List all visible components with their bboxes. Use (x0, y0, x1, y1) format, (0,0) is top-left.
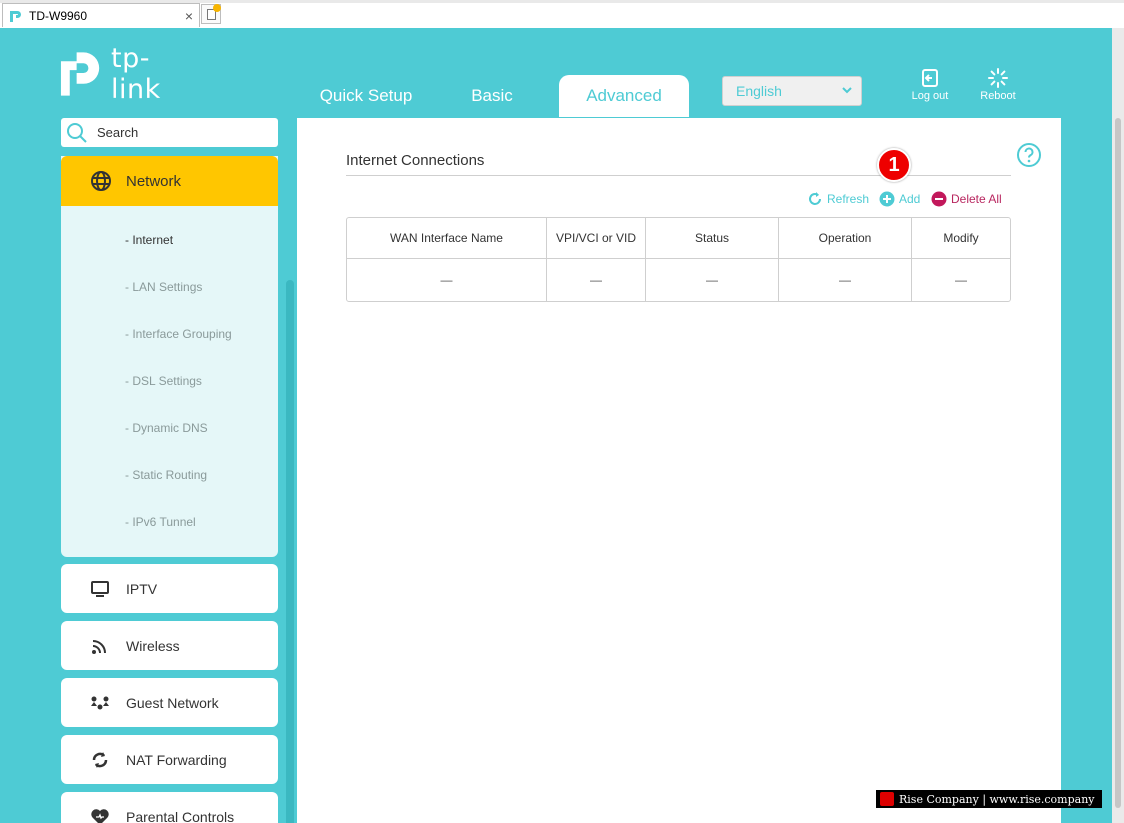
browser-tab-title: TD-W9960 (29, 8, 88, 23)
table-cell: — (547, 259, 646, 301)
sidebar-scrollbar[interactable] (286, 280, 294, 823)
logout-icon (922, 69, 938, 87)
sidebar-item-guest-network[interactable]: Guest Network (61, 678, 278, 727)
sidebar-item-label: Wireless (126, 637, 180, 654)
table-cell: — (347, 259, 547, 301)
submenu-ipv6-tunnel[interactable]: - IPv6 Tunnel (125, 515, 196, 529)
browser-tab[interactable]: TD-W9960 × (2, 3, 200, 27)
section-title: Internet Connections (346, 152, 485, 169)
watermark-logo-icon (880, 792, 894, 806)
sidebar-item-parental-controls[interactable]: Parental Controls (61, 792, 278, 823)
sidebar-item-wireless[interactable]: Wireless (61, 621, 278, 670)
tp-link-favicon-icon (10, 10, 21, 22)
heart-icon (91, 808, 109, 823)
column-header-operation: Operation (779, 218, 912, 259)
refresh-label: Refresh (827, 192, 870, 206)
language-select[interactable]: English (722, 76, 862, 106)
new-tab-button[interactable] (201, 4, 221, 24)
submenu-interface-grouping[interactable]: - Interface Grouping (125, 327, 232, 341)
refresh-button[interactable]: Refresh (807, 190, 869, 208)
sidebar-item-label: Parental Controls (126, 808, 235, 823)
sidebar-item-label: NAT Forwarding (126, 751, 227, 768)
tab-close-icon[interactable]: × (185, 8, 193, 24)
search-input[interactable] (97, 125, 257, 140)
submenu-lan-settings[interactable]: - LAN Settings (125, 280, 202, 294)
reboot-button[interactable]: Reboot (968, 68, 1028, 108)
delete-all-label: Delete All (951, 192, 1002, 206)
logout-button[interactable]: Log out (900, 68, 960, 108)
column-header-status: Status (646, 218, 779, 259)
new-tab-star-icon (213, 4, 221, 12)
sidebar-item-network[interactable]: Network (61, 156, 278, 206)
table-row: — — — — — (347, 259, 1010, 301)
tab-basic[interactable]: Basic (422, 75, 562, 117)
step-annotation-badge: 1 (877, 148, 911, 182)
browser-tab-strip: TD-W9960 × (0, 0, 1124, 28)
main-content-panel: Internet Connections 1 Refresh Add Delet… (297, 118, 1061, 823)
globe-icon (91, 171, 111, 191)
sidebar-item-label: Guest Network (126, 694, 219, 711)
tab-advanced[interactable]: Advanced (559, 75, 689, 117)
submenu-dsl-settings[interactable]: - DSL Settings (125, 374, 202, 388)
guest-network-icon (91, 696, 109, 709)
table-header-row: WAN Interface Name VPI/VCI or VID Status… (347, 218, 1010, 259)
network-menu-group: Network - Internet - LAN Settings - Inte… (61, 156, 278, 557)
column-header-modify: Modify (912, 218, 1010, 259)
search-icon (67, 122, 87, 143)
table-cell: — (955, 273, 967, 287)
reboot-label: Reboot (980, 90, 1016, 102)
submenu-internet[interactable]: - Internet (125, 233, 173, 247)
column-header-vpi-vci: VPI/VCI or VID (547, 218, 646, 259)
sidebar-item-nat-forwarding[interactable]: NAT Forwarding (61, 735, 278, 784)
watermark: Rise Company | www.rise.company (876, 790, 1102, 808)
tp-link-logo: tp-link (58, 43, 198, 105)
add-button[interactable]: Add (879, 190, 920, 208)
add-icon (879, 191, 895, 207)
table-cell: — (779, 259, 912, 301)
refresh-icon (809, 192, 821, 205)
monitor-icon (91, 580, 109, 597)
tab-quick-setup[interactable]: Quick Setup (296, 75, 436, 117)
logo-text: tp-link (111, 43, 161, 105)
section-divider (346, 175, 1011, 176)
nat-forwarding-icon (92, 751, 108, 768)
submenu-static-routing[interactable]: - Static Routing (125, 468, 207, 482)
add-label: Add (899, 192, 921, 206)
router-admin-app: tp-link Quick Setup Basic Advanced Engli… (0, 28, 1112, 823)
sidebar-item-label: IPTV (126, 580, 158, 597)
language-value: English (736, 83, 782, 99)
wifi-icon (92, 639, 106, 654)
sidebar-item-iptv[interactable]: IPTV (61, 564, 278, 613)
column-header-wan-interface-name: WAN Interface Name (347, 218, 547, 259)
submenu-dynamic-dns[interactable]: - Dynamic DNS (125, 421, 208, 435)
sidebar-search (61, 118, 278, 147)
reboot-icon (988, 68, 1008, 88)
delete-all-button[interactable]: Delete All (931, 190, 1002, 208)
page-scrollbar[interactable] (1112, 28, 1124, 823)
delete-icon (931, 191, 947, 207)
watermark-text: Rise Company | www.rise.company (899, 792, 1095, 806)
sidebar-item-label: Network (126, 172, 182, 190)
logout-label: Log out (911, 90, 949, 102)
page-scrollbar-thumb[interactable] (1115, 118, 1121, 808)
chevron-down-icon (842, 87, 852, 94)
help-icon[interactable] (1016, 142, 1042, 168)
table-cell: — (646, 259, 779, 301)
tp-link-logo-icon (60, 52, 100, 96)
internet-connections-table: WAN Interface Name VPI/VCI or VID Status… (346, 217, 1011, 302)
